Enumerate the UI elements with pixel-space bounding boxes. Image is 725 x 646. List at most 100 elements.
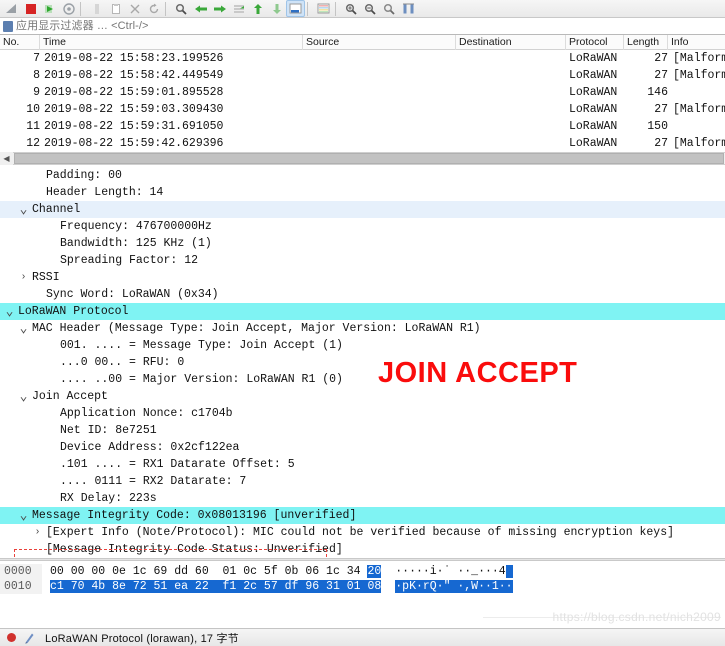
packet-row[interactable]: 12 2019-08-22 15:59:42.629396 LoRaWAN 27 [Ma… [0, 135, 725, 152]
find-packet-icon[interactable] [172, 0, 191, 17]
chevron-down-icon[interactable]: ⌄ [18, 509, 29, 522]
packet-destination [456, 50, 566, 67]
hex-row[interactable]: 0010 c1 70 4b 8e 72 51 ea 22 f1 2c 57 df … [0, 579, 725, 594]
packet-row[interactable]: 10 2019-08-22 15:59:03.309430 LoRaWAN 27 [Ma… [0, 101, 725, 118]
go-to-packet-icon[interactable] [229, 0, 248, 17]
capture-status-indicator-icon[interactable] [7, 633, 16, 642]
tree-row-label: .... 0111 = RX2 Datarate: 7 [60, 475, 247, 488]
tree-row[interactable]: Net ID: 8e7251 [0, 422, 725, 439]
tree-row-label: RX Delay: 223s [60, 492, 157, 505]
packet-row[interactable]: 9 2019-08-22 15:59:01.895528 LoRaWAN 146 [0, 84, 725, 101]
tree-row[interactable]: Spreading Factor: 12 [0, 252, 725, 269]
scroll-thumb[interactable] [14, 153, 724, 164]
tree-row-label: .... ..00 = Major Version: LoRaWAN R1 (0… [60, 373, 343, 386]
column-header-destination[interactable]: Destination [456, 34, 566, 50]
resize-columns-icon[interactable] [399, 0, 418, 17]
packet-length: 27 [654, 52, 668, 65]
packet-row[interactable]: 7 2019-08-22 15:58:23.199526 LoRaWAN 27 [Mal… [0, 50, 725, 67]
tree-row[interactable]: .... ..00 = Major Version: LoRaWAN R1 (0… [0, 371, 725, 388]
go-forward-icon[interactable] [210, 0, 229, 17]
packet-list-hscrollbar[interactable]: ◀ [0, 152, 725, 165]
close-file-icon[interactable] [125, 0, 144, 17]
hex-row[interactable]: 0000 00 00 00 0e 1c 69 dd 60 01 0c 5f 0b … [0, 564, 725, 579]
tree-row-label: LoRaWAN Protocol [18, 305, 129, 318]
tree-row[interactable]: ⌄ Message Integrity Code: 0x08013196 [unv… [0, 507, 725, 524]
stop-capture-icon[interactable] [21, 0, 40, 17]
packet-info: [Malformed Packet] [673, 69, 725, 82]
tree-row[interactable]: › [Expert Info (Note/Protocol): MIC could… [0, 524, 725, 541]
display-filter-input[interactable] [16, 18, 725, 34]
restart-capture-icon[interactable] [40, 0, 59, 17]
packet-length: 150 [647, 120, 668, 133]
go-back-icon[interactable] [191, 0, 210, 17]
tree-row-label: .101 .... = RX1 Datarate Offset: 5 [60, 458, 295, 471]
tree-row[interactable]: [Message Integrity Code Status: Unverifi… [0, 541, 725, 558]
tree-row-label: Join Accept [32, 390, 108, 403]
tree-row[interactable]: ⌄ MAC Header (Message Type: Join Accept, … [0, 320, 725, 337]
display-filter-bar[interactable] [0, 18, 725, 35]
tree-row[interactable]: ⌄ Channel [0, 201, 725, 218]
tree-row[interactable]: .... 0111 = RX2 Datarate: 7 [0, 473, 725, 490]
packet-row[interactable]: 8 2019-08-22 15:58:42.449549 LoRaWAN 27 [Mal… [0, 67, 725, 84]
chevron-right-icon[interactable]: › [18, 269, 29, 286]
packet-length: 146 [647, 86, 668, 99]
tree-row[interactable]: ...0 00.. = RFU: 0 [0, 354, 725, 371]
filter-bookmark-icon[interactable] [3, 20, 13, 32]
reload-file-icon[interactable] [144, 0, 163, 17]
packet-info [668, 84, 725, 101]
tree-row[interactable]: › RSSI [0, 269, 725, 286]
tree-row[interactable]: 001. .... = Message Type: Join Accept (1… [0, 337, 725, 354]
expert-info-icon[interactable] [24, 632, 35, 644]
tree-row[interactable]: Padding: 00 [0, 167, 725, 184]
tree-row[interactable]: ⌄ LoRaWAN Protocol [0, 303, 725, 320]
column-header-time[interactable]: Time [40, 34, 303, 50]
zoom-in-icon[interactable] [342, 0, 361, 17]
hex-ascii: ·pK·rQ·" ·,W··1·· [381, 579, 513, 594]
tree-row[interactable]: Bandwidth: 125 KHz (1) [0, 235, 725, 252]
tree-row[interactable]: RX Delay: 223s [0, 490, 725, 507]
tree-row[interactable]: Device Address: 0x2cf122ea [0, 439, 725, 456]
tree-row-label: [Message Integrity Code Status: Unverifi… [46, 543, 343, 556]
tree-row[interactable]: Sync Word: LoRaWAN (0x34) [0, 286, 725, 303]
status-bar: LoRaWAN Protocol (lorawan), 17 字节 [0, 628, 725, 646]
tree-row[interactable]: Frequency: 476700000Hz [0, 218, 725, 235]
chevron-down-icon[interactable]: ⌄ [18, 203, 29, 216]
packet-time: 2019-08-22 15:59:01.895528 [44, 86, 224, 99]
zoom-out-icon[interactable] [361, 0, 380, 17]
hex-offset: 0010 [0, 579, 42, 594]
colorize-icon[interactable] [314, 0, 333, 17]
main-toolbar [0, 0, 725, 18]
packet-list-header: No. Time Source Destination Protocol Len… [0, 34, 725, 50]
packet-row[interactable]: 11 2019-08-22 15:59:31.691050 LoRaWAN 150 [0, 118, 725, 135]
wireshark-window: No. Time Source Destination Protocol Len… [0, 0, 725, 646]
tree-row-label: Device Address: 0x2cf122ea [60, 441, 240, 454]
chevron-down-icon[interactable]: ⌄ [18, 322, 29, 335]
chevron-down-icon[interactable]: ⌄ [4, 305, 15, 318]
capture-options-icon[interactable] [59, 0, 78, 17]
save-file-icon[interactable] [106, 0, 125, 17]
column-header-length[interactable]: Length [624, 34, 668, 50]
column-header-no[interactable]: No. [0, 34, 40, 50]
open-file-icon[interactable] [87, 0, 106, 17]
start-capture-icon[interactable] [2, 0, 21, 17]
tree-row-label: Bandwidth: 125 KHz (1) [60, 237, 212, 250]
packet-length: 27 [654, 103, 668, 116]
column-header-info[interactable]: Info [668, 35, 725, 50]
column-header-source[interactable]: Source [303, 34, 456, 50]
tree-row-label: MAC Header (Message Type: Join Accept, M… [32, 322, 481, 335]
packet-protocol: LoRaWAN [569, 69, 618, 82]
scroll-left-icon[interactable]: ◀ [0, 152, 13, 165]
hex-bytes-plain: 00 00 00 0e 1c 69 dd 60 01 0c 5f 0b 06 1… [50, 565, 368, 578]
column-header-protocol[interactable]: Protocol [566, 34, 624, 50]
tree-row[interactable]: Header Length: 14 [0, 184, 725, 201]
go-to-first-icon[interactable] [248, 0, 267, 17]
chevron-down-icon[interactable]: ⌄ [18, 390, 29, 403]
tree-row[interactable]: ⌄ Join Accept [0, 388, 725, 405]
zoom-reset-icon[interactable] [380, 0, 399, 17]
go-to-last-icon[interactable] [267, 0, 286, 17]
toolbar-separator [335, 1, 340, 16]
tree-row[interactable]: Application Nonce: c1704b [0, 405, 725, 422]
tree-row[interactable]: .101 .... = RX1 Datarate Offset: 5 [0, 456, 725, 473]
auto-scroll-icon[interactable] [286, 0, 305, 17]
chevron-right-icon[interactable]: › [32, 524, 43, 541]
